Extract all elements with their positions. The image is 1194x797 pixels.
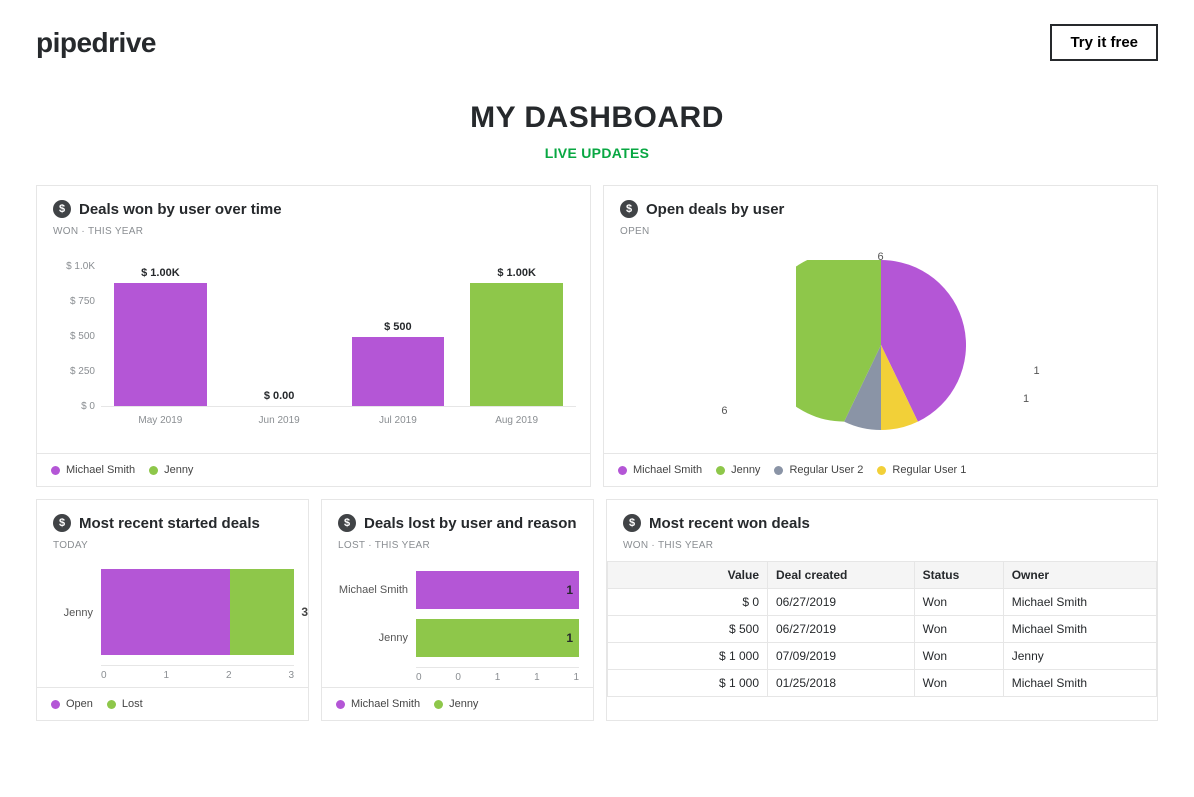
cell-created: 07/09/2019 (768, 643, 915, 670)
col-status: Status (914, 562, 1003, 589)
x-tick: 0 (101, 666, 163, 681)
cell-value: $ 1 000 (608, 670, 768, 697)
hbar-segment-lost (230, 569, 294, 655)
bar-chart-deals-won: $ 1.0K $ 750 $ 500 $ 250 $ 0 $ 1.00K $ 0… (51, 267, 576, 447)
col-deal-created: Deal created (768, 562, 915, 589)
panel-title: Most recent won deals (649, 515, 810, 532)
cell-status: Won (914, 670, 1003, 697)
pie-slice-label: 6 (721, 405, 817, 417)
x-tick: May 2019 (101, 407, 220, 426)
panel-subtitle: OPEN (620, 226, 1141, 237)
cell-owner: Michael Smith (1003, 616, 1156, 643)
legend-item: Regular User 2 (774, 464, 863, 476)
cell-created: 06/27/2019 (768, 616, 915, 643)
bar-value-label: $ 0.00 (264, 390, 295, 402)
col-value: Value (608, 562, 768, 589)
col-owner: Owner (1003, 562, 1156, 589)
bar-value-label: $ 1.00K (141, 267, 180, 279)
x-tick: Jul 2019 (339, 407, 458, 426)
legend-item: Jenny (716, 464, 760, 476)
dollar-icon: $ (338, 514, 356, 532)
table-header-row: Value Deal created Status Owner (608, 562, 1157, 589)
dollar-icon: $ (53, 200, 71, 218)
cell-status: Won (914, 643, 1003, 670)
cell-owner: Michael Smith (1003, 589, 1156, 616)
try-free-button[interactable]: Try it free (1050, 24, 1158, 61)
legend-item: Jenny (434, 698, 478, 710)
cell-created: 06/27/2019 (768, 589, 915, 616)
live-updates-label: LIVE UPDATES (0, 145, 1194, 161)
lost-bar-value: 1 (566, 583, 573, 597)
bar (352, 337, 445, 407)
pie-chart-open-deals: 6 1 1 6 (618, 247, 1143, 447)
x-tick: 1 (573, 668, 579, 683)
lost-bar-value: 1 (566, 631, 573, 645)
x-tick: 0 (455, 668, 494, 683)
dollar-icon: $ (623, 514, 641, 532)
legend-item: Open (51, 698, 93, 710)
panel-title: Deals lost by user and reason (364, 515, 577, 532)
x-tick: Aug 2019 (457, 407, 576, 426)
panel-subtitle: WON · THIS YEAR (53, 226, 574, 237)
panel-title: Deals won by user over time (79, 201, 282, 218)
hbar-category: Jenny (51, 607, 101, 619)
x-tick: 1 (534, 668, 573, 683)
hbar-total-label: 3 (301, 605, 308, 619)
dollar-icon: $ (53, 514, 71, 532)
pie-slice-label: 6 (877, 251, 883, 263)
panel-subtitle: WON · THIS YEAR (623, 540, 1141, 551)
legend-item: Michael Smith (618, 464, 702, 476)
x-tick: 3 (288, 666, 294, 681)
cell-value: $ 500 (608, 616, 768, 643)
legend-item: Regular User 1 (877, 464, 966, 476)
table-row: $ 1 000 01/25/2018 Won Michael Smith (608, 670, 1157, 697)
cell-value: $ 0 (608, 589, 768, 616)
panel-subtitle: LOST · THIS YEAR (338, 540, 577, 551)
lost-bar: 1 (416, 619, 579, 657)
dollar-icon: $ (620, 200, 638, 218)
legend-item: Michael Smith (336, 698, 420, 710)
x-tick: Jun 2019 (220, 407, 339, 426)
x-tick: 2 (226, 666, 288, 681)
bar (470, 283, 563, 406)
x-tick: 1 (495, 668, 534, 683)
cell-value: $ 1 000 (608, 643, 768, 670)
x-tick: 1 (163, 666, 225, 681)
bar-value-label: $ 500 (384, 321, 412, 333)
bar (114, 283, 207, 406)
panel-most-recent-won-deals: $ Most recent won deals WON · THIS YEAR … (606, 499, 1158, 721)
panel-title: Open deals by user (646, 201, 784, 218)
lost-bar: 1 (416, 571, 579, 609)
cell-status: Won (914, 589, 1003, 616)
cell-owner: Jenny (1003, 643, 1156, 670)
lost-category: Michael Smith (336, 584, 416, 596)
panel-open-deals-by-user: $ Open deals by user OPEN (603, 185, 1158, 487)
panel-most-recent-started-deals: $ Most recent started deals TODAY Jenny … (36, 499, 309, 721)
pie-slice-label: 1 (933, 393, 1029, 405)
legend-item: Jenny (149, 464, 193, 476)
page-title: MY DASHBOARD (0, 101, 1194, 135)
table-row: $ 500 06/27/2019 Won Michael Smith (608, 616, 1157, 643)
won-deals-table: Value Deal created Status Owner $ 0 06/2… (607, 561, 1157, 697)
bar-value-label: $ 1.00K (497, 267, 536, 279)
panel-subtitle: TODAY (53, 540, 292, 551)
table-row: $ 1 000 07/09/2019 Won Jenny (608, 643, 1157, 670)
x-tick: 0 (416, 668, 455, 683)
panel-deals-won-over-time: $ Deals won by user over time WON · THIS… (36, 185, 591, 487)
panel-deals-lost-by-user-reason: $ Deals lost by user and reason LOST · T… (321, 499, 594, 721)
table-row: $ 0 06/27/2019 Won Michael Smith (608, 589, 1157, 616)
cell-status: Won (914, 616, 1003, 643)
panel-title: Most recent started deals (79, 515, 260, 532)
cell-created: 01/25/2018 (768, 670, 915, 697)
pie-slice-label: 1 (944, 365, 1040, 377)
legend-item: Lost (107, 698, 143, 710)
cell-owner: Michael Smith (1003, 670, 1156, 697)
legend-item: Michael Smith (51, 464, 135, 476)
logo: pipedrive (36, 27, 156, 59)
hbar-segment-open (101, 569, 230, 655)
lost-category: Jenny (336, 632, 416, 644)
